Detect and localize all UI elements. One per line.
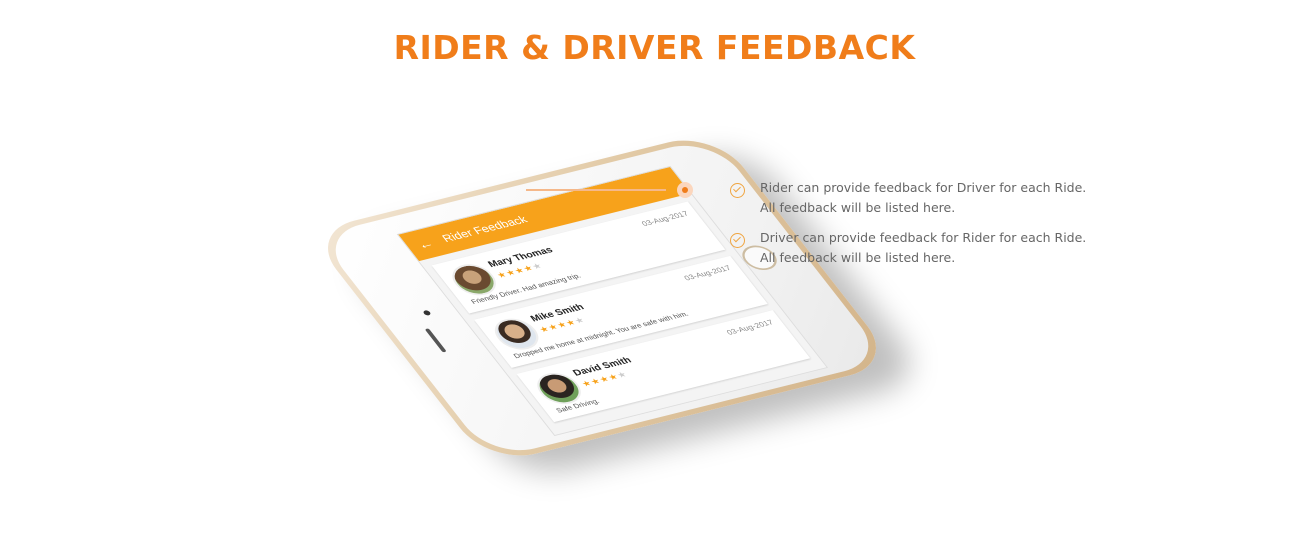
- check-circle-icon: [730, 233, 745, 248]
- feedback-date: 03-Aug-2017: [724, 318, 776, 337]
- connector-dot-icon: [677, 182, 693, 198]
- front-camera-icon: [422, 309, 432, 316]
- feature-list: Rider can provide feedback for Driver fo…: [728, 178, 1098, 278]
- check-circle-icon: [730, 183, 745, 198]
- feature-item: Driver can provide feedback for Rider fo…: [728, 228, 1098, 268]
- feedback-date: 03-Aug-2017: [682, 263, 733, 283]
- feedback-date: 03-Aug-2017: [639, 209, 691, 228]
- phone-illustration: ← Rider Feedback Mary Thomas 03-Aug-2017…: [0, 0, 1309, 554]
- feature-item: Rider can provide feedback for Driver fo…: [728, 178, 1098, 218]
- feature-text: Rider can provide feedback for Driver fo…: [760, 180, 1087, 215]
- app-bar-title: Rider Feedback: [439, 213, 531, 245]
- arrow-left-icon[interactable]: ←: [414, 236, 437, 252]
- speaker-icon: [424, 328, 447, 353]
- connector-line: [526, 189, 666, 191]
- feature-text: Driver can provide feedback for Rider fo…: [760, 230, 1087, 265]
